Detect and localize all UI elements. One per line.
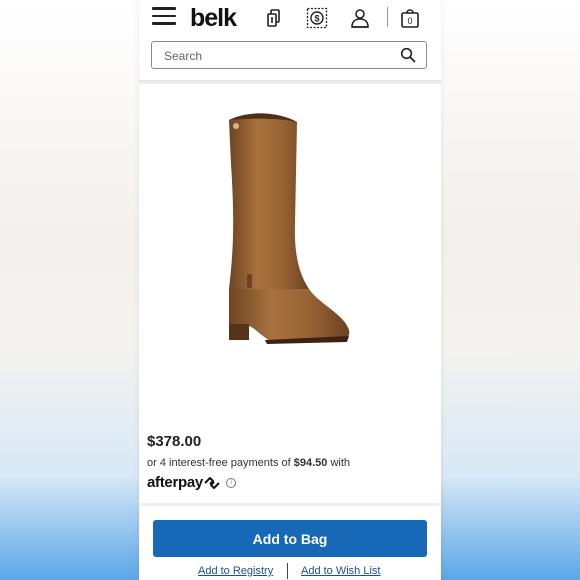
svg-text:$: $ <box>314 14 319 24</box>
background-right <box>441 0 580 580</box>
info-icon[interactable]: i <box>225 477 236 488</box>
search-box <box>151 41 427 69</box>
menu-icon[interactable] <box>152 7 176 27</box>
afterpay-logo[interactable]: afterpay i <box>147 474 236 491</box>
installment-text: or 4 interest-free payments of $94.50 wi… <box>147 457 350 469</box>
afterpay-label: afterpay <box>147 474 203 491</box>
deals-icon[interactable]: $ <box>305 6 329 30</box>
search-icon[interactable] <box>400 47 416 63</box>
search-bar <box>139 36 441 81</box>
product-image[interactable] <box>209 104 369 349</box>
header-divider <box>387 7 388 27</box>
add-to-registry-link[interactable]: Add to Registry <box>198 565 273 577</box>
installment-amount: $94.50 <box>293 457 328 469</box>
add-to-bag-button[interactable]: Add to Bag <box>153 520 427 557</box>
background-left <box>0 0 139 580</box>
links-divider <box>287 563 288 579</box>
mobile-page: belk $ 0 Search $378.00 or 4 interest-fr… <box>139 0 441 580</box>
belk-logo[interactable]: belk <box>190 4 237 33</box>
installment-prefix: or 4 interest-free payments of <box>147 457 294 469</box>
installment-suffix: with <box>327 457 351 469</box>
search-input[interactable] <box>162 47 386 65</box>
store-icon[interactable] <box>263 6 287 30</box>
cart-icon[interactable]: 0 <box>398 6 422 30</box>
afterpay-arrows-icon <box>204 476 220 489</box>
cart-count: 0 <box>407 16 412 26</box>
add-to-wish-list-link[interactable]: Add to Wish List <box>301 565 380 577</box>
header-separator <box>139 81 441 84</box>
header-bar: belk $ 0 <box>139 0 441 36</box>
product-price: $378.00 <box>147 433 202 450</box>
section-separator <box>139 503 441 506</box>
account-icon[interactable] <box>348 6 372 30</box>
secondary-actions: Add to Registry Add to Wish List <box>139 563 441 580</box>
